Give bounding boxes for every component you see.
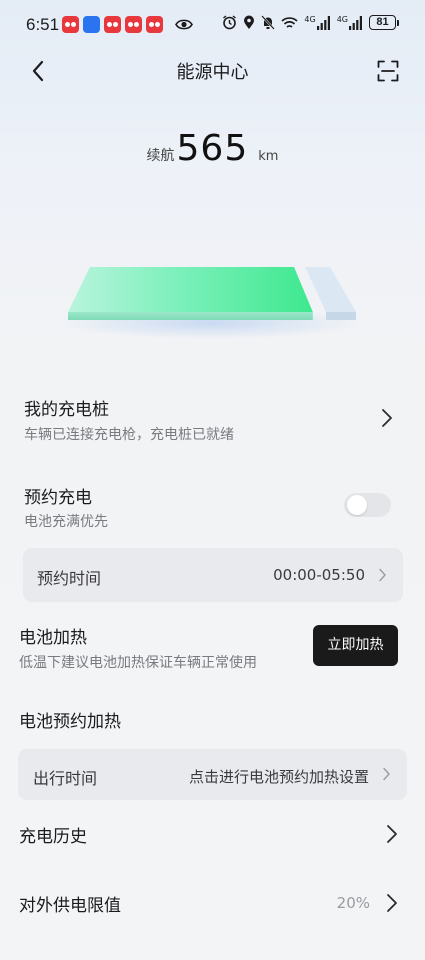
app-notification-icon	[104, 16, 121, 33]
range-label: 续航	[146, 148, 175, 164]
status-time: 6:51	[26, 15, 60, 34]
charging-history-title: 充电历史	[19, 827, 87, 847]
range-value: 565	[176, 128, 249, 169]
my-charger-title: 我的充电桩	[24, 400, 109, 420]
signal-icon	[316, 15, 330, 30]
heat-now-button[interactable]: 立即加热	[313, 625, 398, 666]
trip-time-card[interactable]: 出行时间 点击进行电池预约加热设置	[18, 749, 407, 800]
battery-heating-title: 电池加热	[19, 628, 87, 648]
chevron-right-icon	[383, 767, 390, 781]
voice-app-notification-icon	[83, 16, 100, 33]
battery-heating-row: 电池加热 低温下建议电池加热保证车辆正常使用 立即加热	[0, 620, 425, 680]
scheduled-time-card[interactable]: 预约时间 00:00-05:50	[23, 548, 403, 602]
scheduled-charging-toggle[interactable]	[344, 493, 391, 517]
chevron-right-icon	[382, 409, 392, 427]
status-bar: 6:51 4G 4G 81	[0, 0, 425, 52]
location-icon	[244, 15, 255, 29]
my-charger-status: 车辆已连接充电枪，充电桩已就绪	[24, 427, 234, 443]
scheduled-charging-row: 预约充电 电池充满优先	[0, 478, 425, 538]
page-title: 能源中心	[176, 62, 249, 83]
eye-icon	[175, 19, 193, 30]
scan-button[interactable]	[373, 56, 403, 86]
discharge-limit-value: 20%	[336, 894, 370, 912]
network-type-label: 4G	[336, 14, 348, 24]
battery-fill-front	[68, 312, 313, 320]
signal-group-1: 4G	[304, 14, 330, 30]
chevron-right-icon	[387, 825, 397, 843]
battery-level-graphic	[60, 267, 360, 339]
my-charger-row[interactable]: 我的充电桩 车辆已连接充电枪，充电桩已就绪	[0, 390, 425, 450]
network-type-label: 4G	[304, 14, 316, 24]
scheduled-time-label: 预约时间	[37, 569, 102, 588]
battery-percent: 81	[369, 15, 396, 30]
battery-preheat-title: 电池预约加热	[19, 712, 121, 732]
alarm-icon	[223, 15, 237, 30]
chevron-right-icon	[387, 894, 397, 912]
chevron-right-icon	[379, 568, 386, 582]
mute-bell-icon	[261, 15, 276, 30]
trip-time-label: 出行时间	[33, 769, 98, 788]
scheduled-charging-mode: 电池充满优先	[24, 514, 108, 530]
discharge-limit-row[interactable]: 对外供电限值 20%	[0, 889, 425, 919]
app-notification-icon	[62, 16, 79, 33]
scan-icon	[377, 60, 399, 82]
trip-time-hint: 点击进行电池预约加热设置	[188, 768, 369, 786]
system-icons: 4G 4G 81	[222, 15, 399, 30]
toggle-knob	[347, 495, 367, 515]
scheduled-charging-title: 预约充电	[24, 488, 92, 508]
range-display: 续航565 km	[0, 128, 425, 169]
battery-tip	[397, 19, 399, 26]
discharge-limit-title: 对外供电限值	[19, 896, 121, 916]
notification-icons	[62, 16, 193, 33]
signal-group-2: 4G	[336, 14, 363, 30]
signal-icon	[349, 15, 362, 30]
app-notification-icon	[146, 16, 163, 33]
wifi-icon	[281, 16, 298, 28]
battery-indicator: 81	[369, 15, 399, 30]
battery-fill-top	[68, 267, 313, 312]
app-notification-icon	[125, 16, 142, 33]
charging-history-row[interactable]: 充电历史	[0, 820, 425, 850]
range-unit: km	[258, 149, 279, 164]
scheduled-time-value: 00:00-05:50	[273, 566, 365, 584]
battery-preheat-section: 电池预约加热	[0, 707, 425, 735]
battery-heating-hint: 低温下建议电池加热保证车辆正常使用	[19, 655, 257, 671]
